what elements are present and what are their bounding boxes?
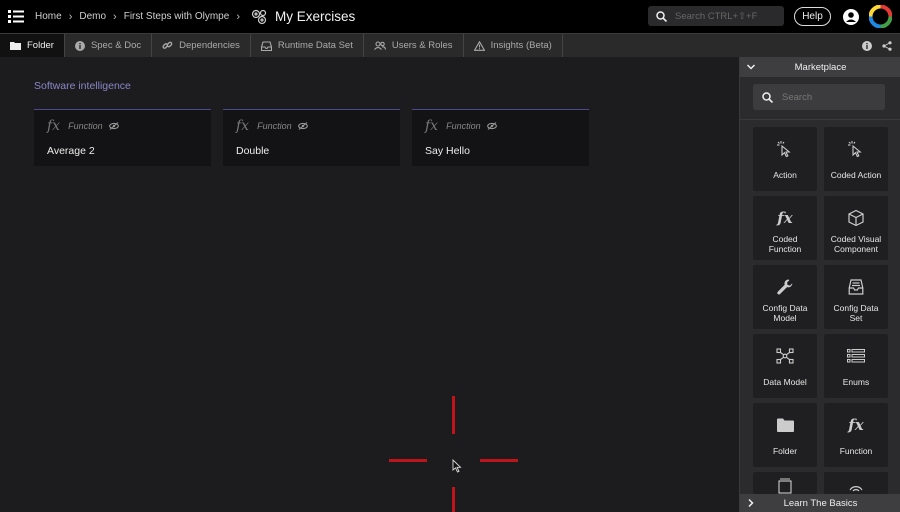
- function-card-double[interactable]: fx Function Double: [223, 109, 400, 166]
- marketplace-tile-config-data-set[interactable]: Config Data Set: [824, 265, 888, 329]
- tab-insights[interactable]: Insights (Beta): [464, 34, 563, 57]
- user-account-icon[interactable]: [843, 9, 859, 30]
- tab-users-roles[interactable]: Users & Roles: [364, 34, 464, 57]
- marketplace-tile-config-data-model[interactable]: Config Data Model: [753, 265, 817, 329]
- link-icon: [162, 41, 173, 49]
- crosshair-right: [480, 459, 518, 462]
- graph-icon: [776, 340, 794, 372]
- search-icon: [762, 91, 773, 103]
- fx-icon: fx: [777, 209, 793, 227]
- list-icon: [847, 340, 865, 372]
- breadcrumb-home[interactable]: Home: [35, 11, 62, 22]
- warning-icon: [473, 40, 485, 51]
- chevron-right-icon: ›: [68, 10, 73, 23]
- marketplace-tile-coded-visual-component[interactable]: Coded Visual Component: [824, 196, 888, 260]
- marketplace-tile-partial[interactable]: [824, 472, 888, 494]
- breadcrumb-first-steps[interactable]: First Steps with Olympe: [124, 11, 230, 22]
- section-title: Software intelligence: [34, 80, 131, 92]
- users-icon: [373, 41, 386, 50]
- fx-icon: fx: [47, 118, 61, 134]
- folder-icon: [10, 42, 21, 50]
- marketplace-search-input[interactable]: Search: [753, 84, 885, 110]
- tab-bar: Folder Spec & Doc Dependencies Runtime D…: [0, 33, 900, 57]
- signal-icon: [847, 478, 865, 494]
- chevron-right-icon: ›: [236, 10, 240, 23]
- breadcrumb: Home › Demo › First Steps with Olympe ›: [35, 11, 247, 23]
- crosshair-left: [389, 459, 427, 462]
- mouse-cursor-icon: [452, 459, 462, 473]
- tray-icon: [847, 271, 865, 303]
- pointer-click-icon: [776, 133, 794, 165]
- info-icon: [74, 40, 85, 51]
- card-name: Double: [236, 145, 270, 157]
- card-name: Average 2: [47, 145, 95, 157]
- card-kind-label: Function: [68, 121, 103, 131]
- fx-icon: fx: [425, 118, 439, 134]
- page-title: My Exercises: [251, 9, 355, 25]
- fx-icon: fx: [236, 118, 250, 134]
- marketplace-tile-folder[interactable]: Folder: [753, 403, 817, 467]
- wrench-icon: [776, 271, 794, 303]
- olympe-logo-icon: [868, 4, 893, 33]
- card-kind-label: Function: [257, 121, 292, 131]
- info-icon[interactable]: [862, 40, 872, 51]
- function-card-say-hello[interactable]: fx Function Say Hello: [412, 109, 589, 166]
- tray-icon: [260, 40, 272, 51]
- project-icon: [251, 9, 267, 24]
- help-button[interactable]: Help: [794, 7, 831, 26]
- tab-folder[interactable]: Folder: [0, 34, 65, 57]
- tile-icon: [776, 478, 794, 494]
- crosshair-top: [452, 396, 455, 434]
- card-name: Say Hello: [425, 145, 470, 157]
- top-bar: Home › Demo › First Steps with Olympe › …: [0, 0, 900, 33]
- tab-spec-doc[interactable]: Spec & Doc: [65, 34, 153, 57]
- marketplace-tile-data-model[interactable]: Data Model: [753, 334, 817, 398]
- eye-slash-icon: [297, 122, 308, 130]
- marketplace-tile-function[interactable]: fx Function: [824, 403, 888, 467]
- eye-slash-icon: [108, 122, 119, 130]
- marketplace-tile-coded-function[interactable]: fx Coded Function: [753, 196, 817, 260]
- chevron-right-icon: ›: [113, 10, 117, 23]
- crosshair-bottom: [452, 487, 455, 512]
- card-kind-label: Function: [446, 121, 481, 131]
- marketplace-tile-action[interactable]: Action: [753, 127, 817, 191]
- marketplace-tile-coded-action[interactable]: Coded Action: [824, 127, 888, 191]
- marketplace-panel: Marketplace Search Action Coded Action f…: [739, 57, 900, 512]
- divider: [740, 119, 900, 120]
- function-card-average-2[interactable]: fx Function Average 2: [34, 109, 211, 166]
- breadcrumb-demo[interactable]: Demo: [79, 11, 106, 22]
- main-area: Software intelligence fx Function Averag…: [0, 57, 739, 512]
- search-icon: [656, 10, 667, 22]
- tab-dependencies[interactable]: Dependencies: [152, 34, 251, 57]
- eye-slash-icon: [486, 122, 497, 130]
- marketplace-tile-enums[interactable]: Enums: [824, 334, 888, 398]
- cube-icon: [847, 202, 865, 234]
- share-icon[interactable]: [882, 40, 892, 51]
- hamburger-menu-icon[interactable]: [2, 0, 30, 33]
- folder-icon: [776, 409, 794, 441]
- fx-icon: fx: [848, 416, 864, 434]
- tab-runtime-data-set[interactable]: Runtime Data Set: [251, 34, 364, 57]
- global-search-input[interactable]: Search CTRL+⇧+F: [648, 6, 784, 26]
- pointer-click-icon: [847, 133, 865, 165]
- marketplace-header[interactable]: Marketplace: [740, 57, 900, 77]
- learn-the-basics-bar[interactable]: Learn The Basics: [740, 494, 900, 512]
- marketplace-tile-partial[interactable]: [753, 472, 817, 494]
